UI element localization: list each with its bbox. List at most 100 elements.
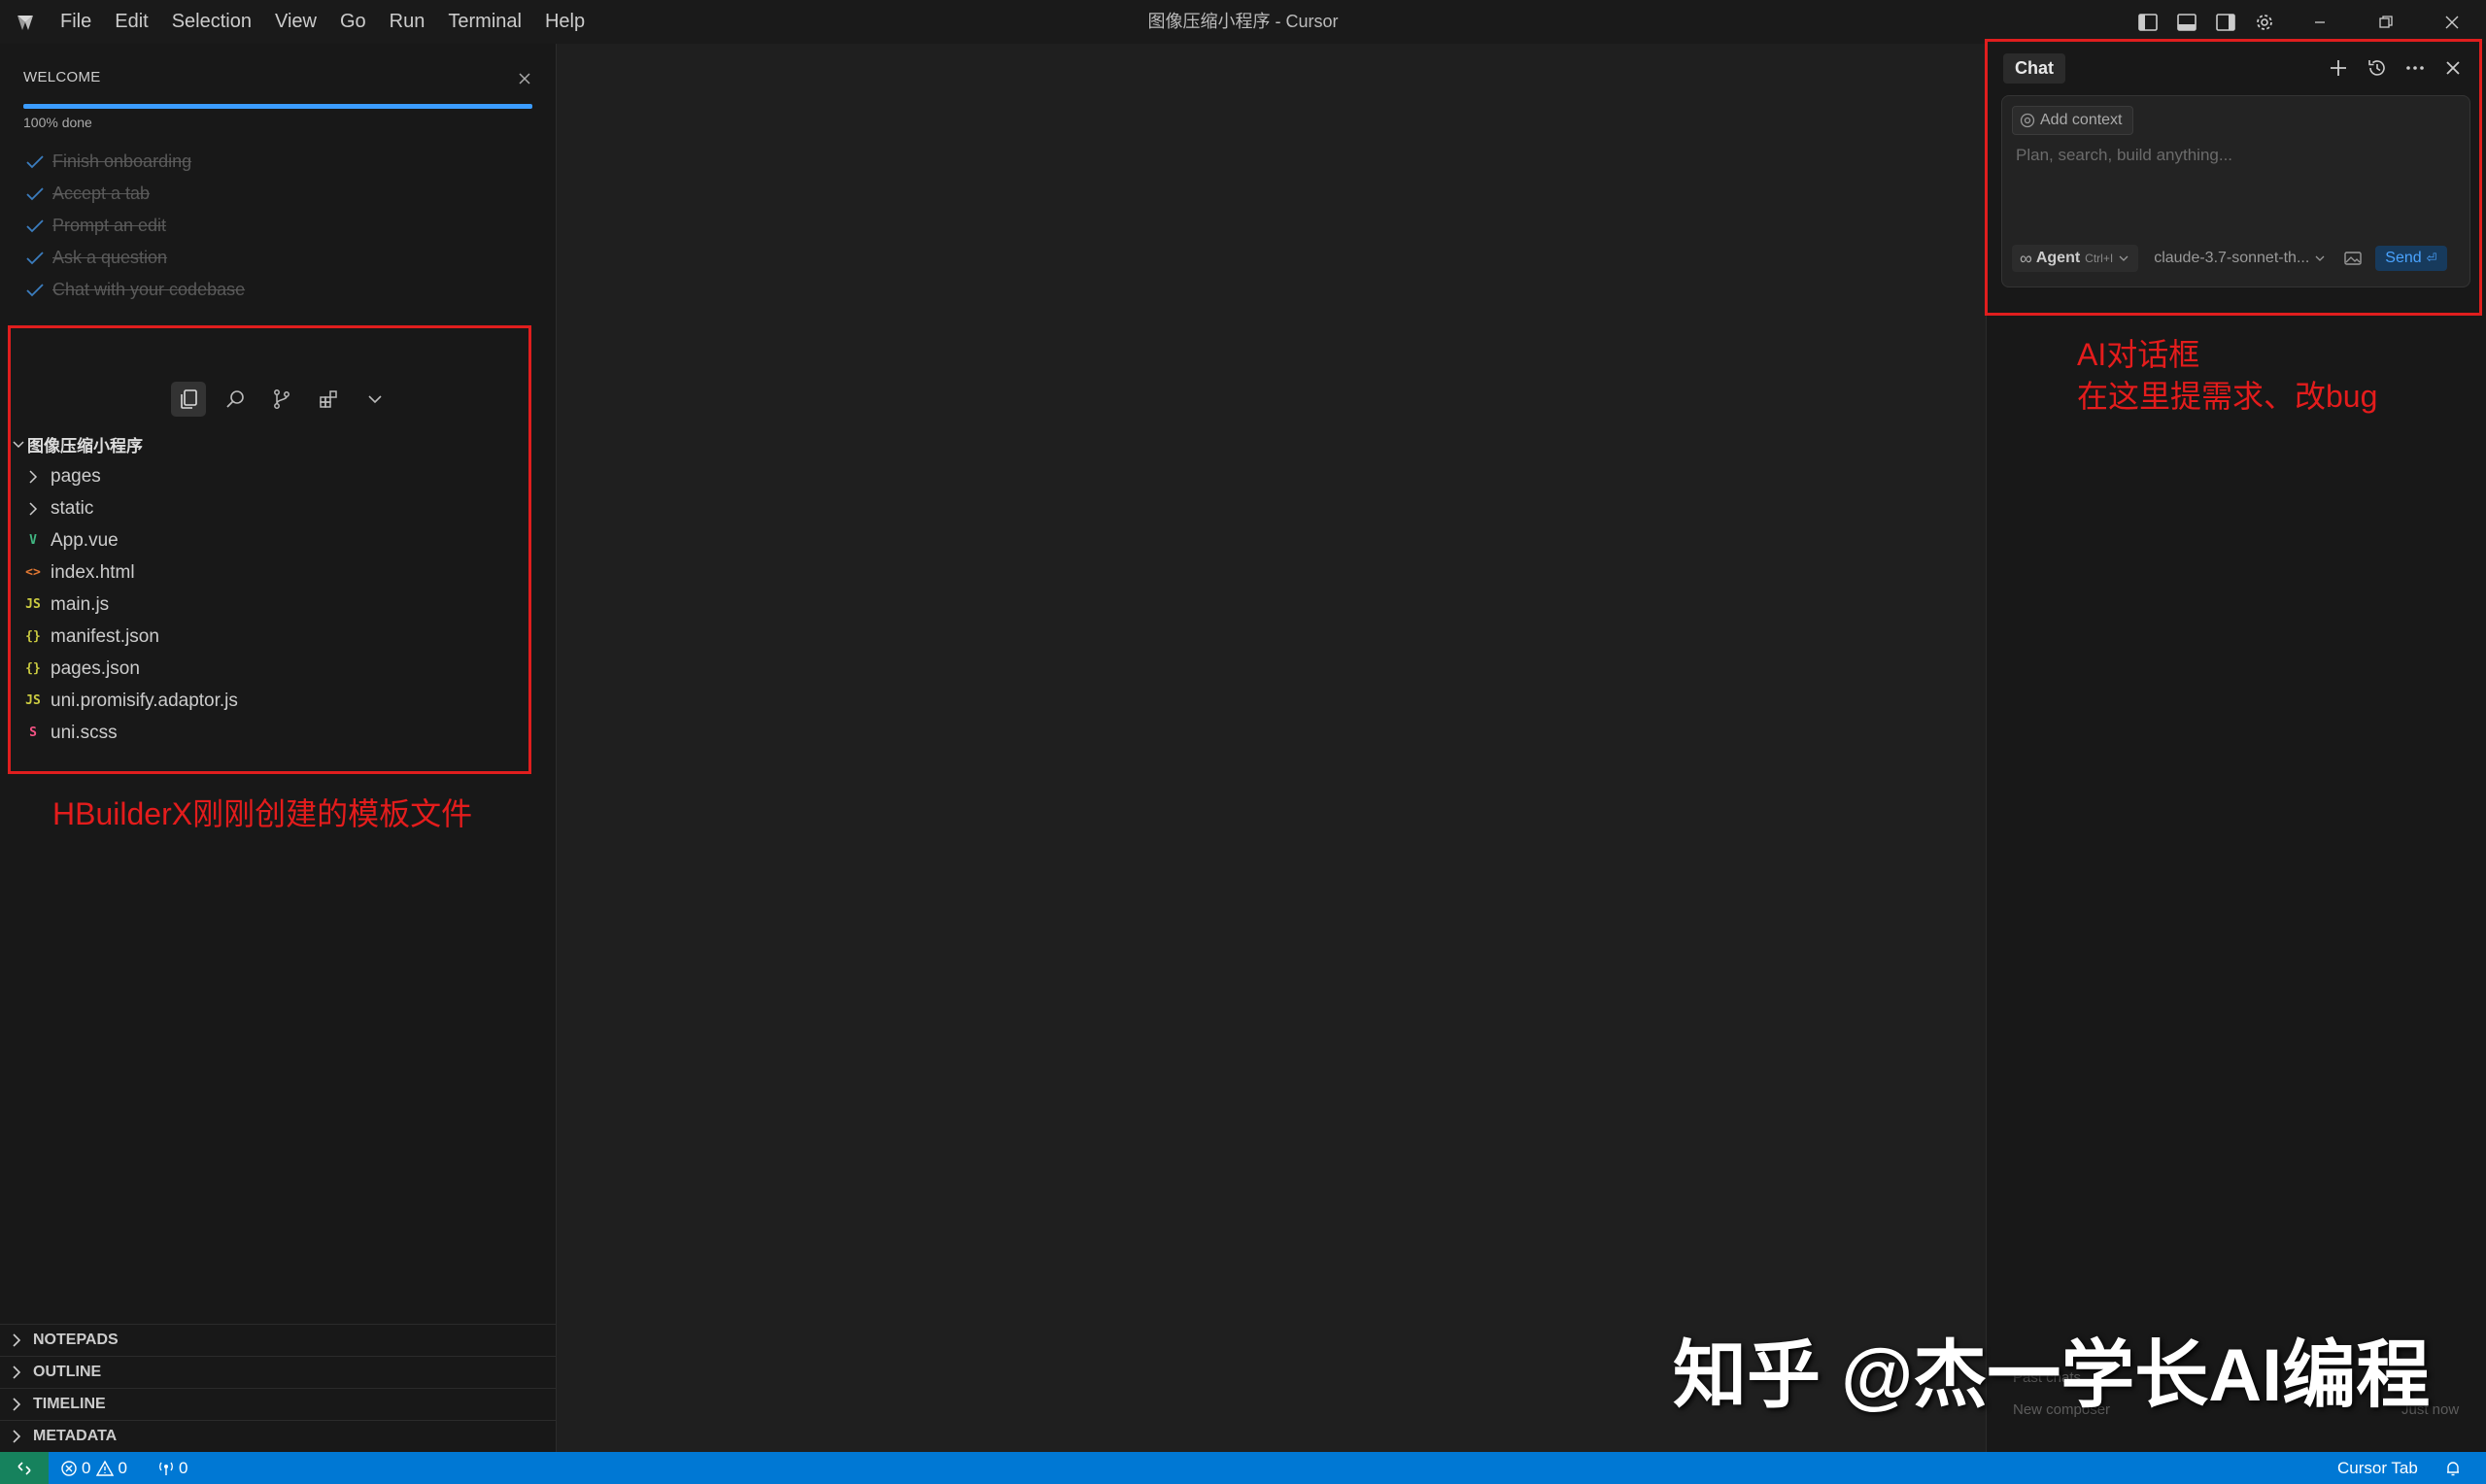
tree-file[interactable]: JS uni.promisify.adaptor.js	[10, 685, 515, 717]
image-upload-icon[interactable]	[2342, 248, 2364, 269]
menu-bar: File Edit Selection View Go Run Terminal…	[49, 0, 596, 44]
chat-input[interactable]	[2014, 145, 2445, 166]
js-icon: JS	[25, 597, 41, 612]
menu-view[interactable]: View	[263, 0, 328, 44]
broadcast-icon	[159, 1462, 173, 1475]
json-icon: {}	[25, 661, 41, 676]
tree-item-label: pages.json	[51, 658, 140, 679]
ports-indicator[interactable]: 0	[157, 1452, 187, 1484]
more-options-icon[interactable]	[2402, 55, 2428, 81]
sass-icon: S	[29, 725, 37, 740]
toggle-primary-sidebar-icon[interactable]	[2135, 10, 2161, 35]
enter-key-icon: ⏎	[2426, 251, 2437, 265]
tree-file[interactable]: Suni.scss	[10, 717, 515, 749]
warning-icon	[96, 1460, 115, 1476]
restore-button[interactable]	[2359, 0, 2413, 44]
extensions-view-button[interactable]	[311, 382, 346, 417]
minimize-button[interactable]	[2293, 0, 2347, 44]
tree-file[interactable]: {} manifest.json	[10, 621, 515, 653]
menu-terminal[interactable]: Terminal	[436, 0, 533, 44]
mode-label: Agent	[2035, 250, 2081, 266]
source-control-view-button[interactable]	[264, 382, 299, 417]
checkmark-icon	[26, 186, 44, 200]
minimize-icon	[2315, 20, 2325, 23]
close-window-button[interactable]	[2425, 0, 2479, 44]
checkmark-icon	[26, 219, 44, 232]
bell-icon	[2447, 1461, 2459, 1475]
menu-file[interactable]: File	[49, 0, 103, 44]
chevron-down-icon	[368, 395, 382, 404]
tree-folder[interactable]: static	[10, 492, 515, 524]
menu-help[interactable]: Help	[533, 0, 596, 44]
welcome-progress-bar	[23, 104, 532, 109]
send-label: Send	[2385, 250, 2422, 266]
checklist-item[interactable]: Chat with your codebase	[23, 274, 245, 306]
add-context-button[interactable]: Add context	[2012, 106, 2133, 135]
chat-composer: Add context ∞ Agent Ctrl+I claude-3.7-so…	[2001, 95, 2470, 287]
tree-item-label: static	[51, 497, 94, 519]
panel-label: NOTEPADS	[33, 1332, 119, 1348]
notifications-button[interactable]	[2444, 1452, 2466, 1484]
tree-root-folder[interactable]: 图像压缩小程序	[10, 428, 515, 460]
explorer-annotation: HBuilderX刚刚创建的模板文件	[52, 796, 473, 831]
checklist-item[interactable]: Accept a tab	[23, 178, 245, 210]
problems-indicator[interactable]: 0 0	[60, 1452, 127, 1484]
panel-timeline[interactable]: TIMELINE	[0, 1388, 556, 1420]
chevron-right-icon	[13, 1398, 21, 1411]
agent-mode-selector[interactable]: ∞ Agent Ctrl+I	[2012, 245, 2139, 272]
checklist-item[interactable]: Ask a question	[23, 242, 245, 274]
tree-file[interactable]: JS main.js	[10, 589, 515, 621]
toggle-panel-icon[interactable]	[2174, 10, 2199, 35]
explorer-view-button[interactable]	[171, 382, 206, 417]
checklist-item[interactable]: Finish onboarding	[23, 146, 245, 178]
cursor-tab-label: Cursor Tab	[2337, 1458, 2418, 1477]
onboarding-checklist: Finish onboarding Accept a tab Prompt an…	[23, 146, 245, 306]
menu-selection[interactable]: Selection	[160, 0, 263, 44]
chevron-right-icon	[13, 1366, 21, 1379]
error-icon	[61, 1460, 77, 1476]
menu-edit[interactable]: Edit	[103, 0, 159, 44]
panel-outline[interactable]: OUTLINE	[0, 1356, 556, 1388]
welcome-progress-fill	[23, 104, 532, 109]
panel-metadata[interactable]: METADATA	[0, 1420, 556, 1452]
title-bar: File Edit Selection View Go Run Terminal…	[0, 0, 2486, 44]
chat-tab[interactable]: Chat	[2003, 53, 2065, 84]
toggle-secondary-sidebar-icon[interactable]	[2213, 10, 2238, 35]
settings-gear-icon[interactable]	[2252, 10, 2277, 35]
chevron-down-icon	[13, 440, 24, 448]
chat-history-icon[interactable]	[2365, 55, 2390, 81]
checklist-item-label: Chat with your codebase	[52, 280, 246, 299]
remote-button[interactable]	[0, 1452, 49, 1484]
cursor-tab-status[interactable]: Cursor Tab	[2337, 1452, 2418, 1484]
search-view-button[interactable]	[218, 382, 253, 417]
chevron-down-icon	[2315, 255, 2325, 261]
tree-root-label: 图像压缩小程序	[27, 437, 143, 455]
checklist-item-label: Finish onboarding	[52, 152, 192, 171]
checklist-item-label: Prompt an edit	[52, 216, 167, 235]
menu-run[interactable]: Run	[378, 0, 437, 44]
panel-label: TIMELINE	[33, 1396, 106, 1412]
welcome-close-icon[interactable]	[515, 69, 534, 88]
html-icon: <>	[25, 565, 41, 580]
search-icon	[226, 390, 244, 408]
mode-shortcut: Ctrl+I	[2085, 252, 2114, 265]
panel-label: OUTLINE	[33, 1364, 102, 1380]
checklist-item[interactable]: Prompt an edit	[23, 210, 245, 242]
file-tree: 图像压缩小程序 pages static V App.vue <> index.html J…	[10, 428, 515, 749]
progress-label: 100% done	[23, 115, 92, 130]
more-views-button[interactable]	[358, 382, 392, 417]
error-count: 0	[82, 1458, 91, 1477]
tree-file[interactable]: <> index.html	[10, 556, 515, 589]
send-button[interactable]: Send ⏎	[2375, 246, 2447, 271]
panel-notepads[interactable]: NOTEPADS	[0, 1324, 556, 1356]
tree-folder[interactable]: pages	[10, 460, 515, 492]
tree-file[interactable]: V App.vue	[10, 524, 515, 556]
model-selector[interactable]: claude-3.7-sonnet-th...	[2154, 250, 2327, 267]
tree-item-label: pages	[51, 465, 101, 487]
cursor-logo-icon	[17, 16, 33, 30]
close-chat-icon[interactable]	[2440, 55, 2466, 81]
tree-file[interactable]: {} pages.json	[10, 653, 515, 685]
new-chat-plus-icon[interactable]	[2326, 55, 2351, 81]
menu-go[interactable]: Go	[328, 0, 378, 44]
warning-count: 0	[118, 1458, 127, 1477]
